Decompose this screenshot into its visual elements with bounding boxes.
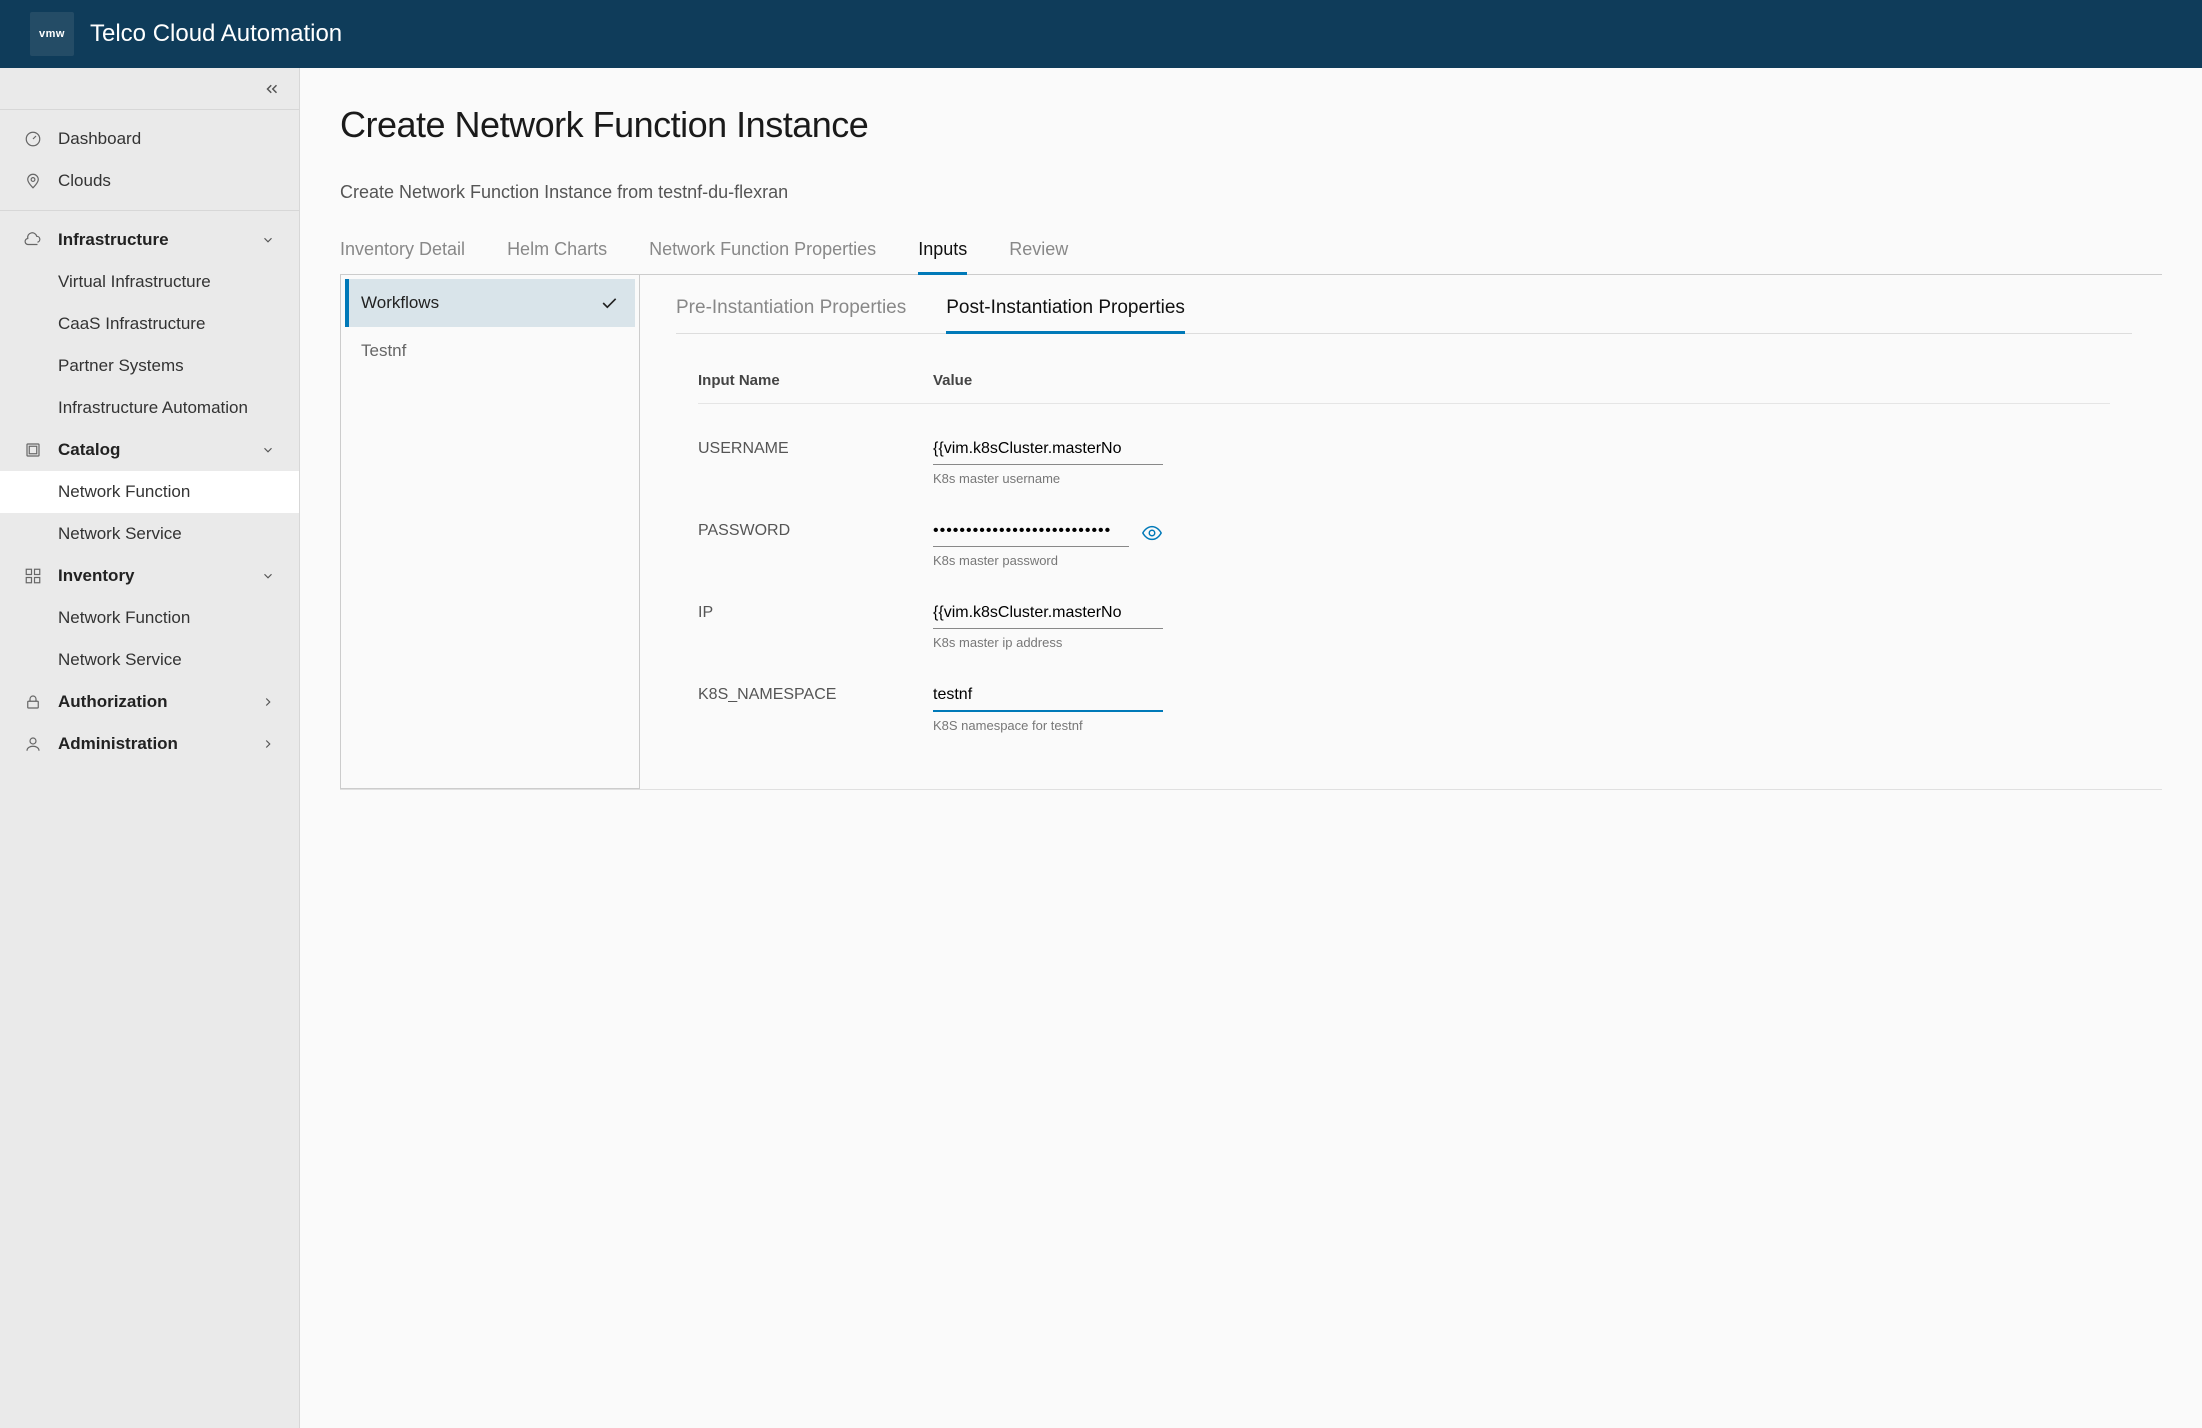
chevron-right-icon — [261, 695, 275, 709]
chevron-down-icon — [261, 443, 275, 457]
page-title: Create Network Function Instance — [340, 104, 2162, 146]
nav-label: Dashboard — [58, 129, 141, 149]
nav-label: Inventory — [58, 566, 135, 586]
workflow-label: Testnf — [361, 341, 406, 361]
input-hint: K8s master username — [933, 471, 1163, 486]
product-title: Telco Cloud Automation — [90, 20, 342, 48]
lock-icon — [24, 693, 44, 711]
eye-icon[interactable] — [1141, 522, 1163, 544]
tab-helm-charts[interactable]: Helm Charts — [507, 229, 607, 274]
pin-icon — [24, 172, 44, 190]
page-subtitle: Create Network Function Instance from te… — [340, 182, 2162, 203]
nav-inventory-network-function[interactable]: Network Function — [0, 597, 299, 639]
nav-label: Catalog — [58, 440, 120, 460]
main-content: Create Network Function Instance Create … — [300, 68, 2202, 1428]
logo: vmw — [30, 12, 74, 56]
workflow-item-workflows[interactable]: Workflows — [345, 279, 635, 327]
nav-group-administration[interactable]: Administration — [0, 723, 299, 765]
col-value: Value — [933, 372, 972, 389]
input-label: K8S_NAMESPACE — [698, 682, 913, 704]
top-bar: vmw Telco Cloud Automation — [0, 0, 2202, 68]
tab-review[interactable]: Review — [1009, 229, 1068, 274]
chevron-double-left-icon — [263, 80, 281, 98]
tab-inputs[interactable]: Inputs — [918, 229, 967, 274]
tab-inventory-detail[interactable]: Inventory Detail — [340, 229, 465, 274]
input-row-k8s-namespace: K8S_NAMESPACE K8S namespace for testnf — [698, 666, 2110, 749]
inputs-panel: Pre-Instantiation Properties Post-Instan… — [640, 275, 2162, 789]
input-hint: K8s master ip address — [933, 635, 1163, 650]
nav-partner-systems[interactable]: Partner Systems — [0, 345, 299, 387]
input-label: USERNAME — [698, 436, 913, 458]
nav-inventory-network-service[interactable]: Network Service — [0, 639, 299, 681]
ip-input[interactable] — [933, 600, 1163, 629]
gauge-icon — [24, 130, 44, 148]
nav-group-inventory[interactable]: Inventory — [0, 555, 299, 597]
nav-caas-infrastructure[interactable]: CaaS Infrastructure — [0, 303, 299, 345]
check-icon — [599, 293, 619, 313]
workflow-label: Workflows — [361, 293, 439, 313]
chevron-down-icon — [261, 233, 275, 247]
nav-group-catalog[interactable]: Catalog — [0, 429, 299, 471]
wizard-tabs: Inventory Detail Helm Charts Network Fun… — [340, 229, 2162, 275]
tab-nf-properties[interactable]: Network Function Properties — [649, 229, 876, 274]
password-input[interactable] — [933, 518, 1129, 547]
username-input[interactable] — [933, 436, 1163, 465]
grid-icon — [24, 567, 44, 585]
k8s-namespace-input[interactable] — [933, 682, 1163, 712]
subtab-post-instantiation[interactable]: Post-Instantiation Properties — [946, 285, 1185, 333]
column-headers: Input Name Value — [698, 358, 2110, 404]
catalog-icon — [24, 441, 44, 459]
nav-label: Administration — [58, 734, 178, 754]
user-icon — [24, 735, 44, 753]
nav-catalog-network-service[interactable]: Network Service — [0, 513, 299, 555]
input-hint: K8s master password — [933, 553, 1163, 568]
nav-group-authorization[interactable]: Authorization — [0, 681, 299, 723]
input-label: PASSWORD — [698, 518, 913, 540]
cloud-icon — [24, 231, 44, 249]
workflows-panel: Workflows Testnf — [340, 275, 640, 789]
nav-catalog-network-function[interactable]: Network Function — [0, 471, 299, 513]
nav-dashboard[interactable]: Dashboard — [0, 118, 299, 160]
col-input-name: Input Name — [698, 372, 913, 389]
input-label: IP — [698, 600, 913, 622]
nav-group-infrastructure[interactable]: Infrastructure — [0, 219, 299, 261]
sidebar: Dashboard Clouds Infrastructure Virtua — [0, 68, 300, 1428]
chevron-down-icon — [261, 569, 275, 583]
workflow-item-testnf[interactable]: Testnf — [345, 327, 635, 375]
nav-virtual-infrastructure[interactable]: Virtual Infrastructure — [0, 261, 299, 303]
subtab-pre-instantiation[interactable]: Pre-Instantiation Properties — [676, 285, 906, 333]
nav-clouds[interactable]: Clouds — [0, 160, 299, 202]
input-row-password: PASSWORD K8s master password — [698, 502, 2110, 584]
chevron-right-icon — [261, 737, 275, 751]
sidebar-collapse-button[interactable] — [0, 68, 299, 110]
nav-label: Infrastructure — [58, 230, 169, 250]
nav-infrastructure-automation[interactable]: Infrastructure Automation — [0, 387, 299, 429]
instantiation-subtabs: Pre-Instantiation Properties Post-Instan… — [676, 285, 2132, 334]
input-hint: K8S namespace for testnf — [933, 718, 1163, 733]
input-row-ip: IP K8s master ip address — [698, 584, 2110, 666]
nav-label: Clouds — [58, 171, 111, 191]
input-row-username: USERNAME K8s master username — [698, 420, 2110, 502]
nav-label: Authorization — [58, 692, 168, 712]
